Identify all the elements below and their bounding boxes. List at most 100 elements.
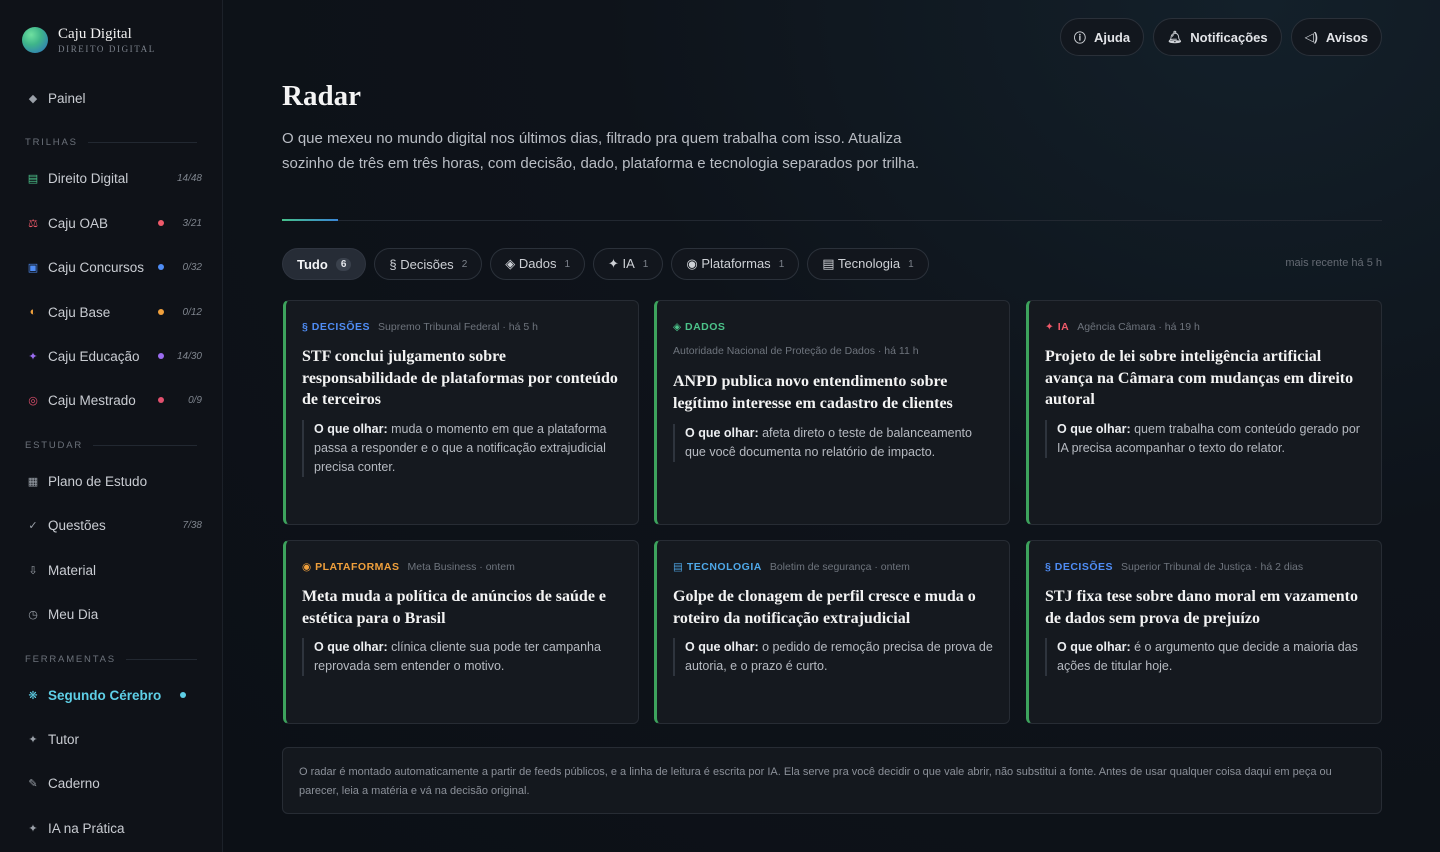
status-dot xyxy=(158,309,164,315)
sidebar-item-questoes[interactable]: ✓ Questões 7/38 xyxy=(26,514,202,536)
card-look: O que olhar: quem trabalha com conteúdo … xyxy=(1045,420,1367,458)
card-meta: ▤ TECNOLOGIA Boletim de segurança · onte… xyxy=(673,561,993,573)
news-card[interactable]: ◈ DADOS Autoridade Nacional de Proteção … xyxy=(654,300,1010,525)
look-label: O que olhar: xyxy=(1057,640,1131,654)
sidebar-item-label: Caju OAB xyxy=(48,215,109,231)
news-card[interactable]: § DECISÕES Supremo Tribunal Federal · há… xyxy=(283,300,639,525)
card-look: O que olhar: clínica cliente sua pode te… xyxy=(302,638,624,676)
card-tag: § DECISÕES xyxy=(302,321,371,333)
progress-count: 14/30 xyxy=(176,350,202,362)
brand[interactable]: Caju Digital DIREITO DIGITAL xyxy=(22,26,156,54)
sidebar: Caju Digital DIREITO DIGITAL ◆ Painel TR… xyxy=(0,0,223,852)
card-title: ANPD publica novo entendimento sobre leg… xyxy=(673,373,953,412)
card-tag: ▤ TECNOLOGIA xyxy=(673,561,762,573)
filter-label: Tudo xyxy=(297,256,328,272)
card-source: Meta Business · ontem xyxy=(407,561,515,573)
filter-label: ✦ IA xyxy=(608,256,635,271)
sidebar-item-caderno[interactable]: ✎ Caderno xyxy=(26,772,202,794)
card-tag: ◉ PLATAFORMAS xyxy=(302,561,400,573)
card-tag: ◈ DADOS xyxy=(673,321,726,333)
target-icon: ◎ xyxy=(28,394,38,407)
sidebar-item-label: Questões xyxy=(48,517,106,533)
filter-bar: Tudo 6 § Decisões 2 ◈ Dados 1 ✦ IA 1 ◉ P… xyxy=(282,248,929,280)
filter-count: 1 xyxy=(908,258,914,270)
filter-label: ◈ Dados xyxy=(505,256,557,271)
card-tag: ✦ IA xyxy=(1045,321,1070,333)
sidebar-item-painel[interactable]: ◆ Painel xyxy=(26,87,202,109)
notifications-label: Notificações xyxy=(1190,29,1268,45)
sidebar-item-ia-na-pratica[interactable]: ✦ IA na Prática xyxy=(26,817,202,839)
status-dot xyxy=(158,397,164,403)
scales-icon: ⚖ xyxy=(28,217,38,230)
news-card[interactable]: ◉ PLATAFORMAS Meta Business · ontem Meta… xyxy=(283,540,639,724)
megaphone-icon: ◁) xyxy=(1304,30,1318,44)
filter-label: § Decisões xyxy=(389,256,454,272)
card-title: Projeto de lei sobre inteligência artifi… xyxy=(1045,348,1354,408)
filter-chip-ia[interactable]: ✦ IA 1 xyxy=(593,248,664,280)
card-meta: § DECISÕES Supremo Tribunal Federal · há… xyxy=(302,321,622,333)
progress-count: 0/9 xyxy=(188,394,202,406)
filter-count: 2 xyxy=(461,258,468,270)
card-title: STF conclui julgamento sobre responsabil… xyxy=(302,348,618,408)
news-card[interactable]: ✦ IA Agência Câmara · há 19 h Projeto de… xyxy=(1026,300,1382,525)
topbar: ⓘ Ajuda 🔔︎ Notificações ◁) Avisos xyxy=(1059,18,1382,56)
filter-count: 6 xyxy=(335,257,352,271)
building-icon: ▣ xyxy=(27,261,39,274)
sidebar-item-caju-educacao[interactable]: ✦ Caju Educação 14/30 xyxy=(26,345,202,367)
card-meta: ◉ PLATAFORMAS Meta Business · ontem xyxy=(302,561,622,573)
help-button[interactable]: ⓘ Ajuda xyxy=(1059,18,1145,56)
sidebar-item-label: Direito Digital xyxy=(48,170,129,186)
sidebar-item-caju-oab[interactable]: ⚖ Caju OAB 3/21 xyxy=(26,212,202,234)
notifications-button[interactable]: 🔔︎ Notificações xyxy=(1153,18,1282,56)
look-label: O que olhar: xyxy=(685,426,759,440)
sidebar-item-meu-dia[interactable]: ◷ Meu Dia xyxy=(26,603,202,625)
filter-chip-tecnologia[interactable]: ▤ Tecnologia 1 xyxy=(807,248,929,280)
sidebar-item-plano-de-estudo[interactable]: ▦ Plano de Estudo xyxy=(26,470,202,492)
sidebar-item-caju-mestrado[interactable]: ◎ Caju Mestrado 0/9 xyxy=(26,389,202,411)
filter-label: ◉ Plataformas xyxy=(686,256,771,271)
bell-icon: 🔔︎ xyxy=(1167,30,1183,44)
help-label: Ajuda xyxy=(1093,29,1131,45)
status-dot xyxy=(158,353,164,359)
news-card[interactable]: ▤ TECNOLOGIA Boletim de segurança · onte… xyxy=(654,540,1010,724)
notices-label: Avisos xyxy=(1325,29,1368,45)
sidebar-item-label: Caderno xyxy=(48,775,100,791)
brand-logo-icon xyxy=(22,27,48,53)
sidebar-item-caju-base[interactable]: ◐ Caju Base 0/12 xyxy=(26,301,202,323)
card-look: O que olhar: muda o momento em que a pla… xyxy=(302,420,624,477)
divider xyxy=(282,220,1382,221)
card-look: O que olhar: o pedido de remoção precisa… xyxy=(673,638,995,676)
page-description: O que mexeu no mundo digital nos últimos… xyxy=(282,130,920,172)
sidebar-item-direito-digital[interactable]: ▤ Direito Digital 14/48 xyxy=(26,167,202,189)
progress-count: 14/48 xyxy=(176,172,202,184)
notices-button[interactable]: ◁) Avisos xyxy=(1290,18,1382,56)
sparkle-icon: ✦ xyxy=(28,733,38,746)
progress-count: 3/21 xyxy=(182,217,202,229)
grid-icon: ▦ xyxy=(27,475,39,488)
filter-chip-decisoes[interactable]: § Decisões 2 xyxy=(374,248,483,280)
divider-accent xyxy=(282,219,338,221)
check-icon: ✓ xyxy=(28,519,38,532)
main-content: ⓘ Ajuda 🔔︎ Notificações ◁) Avisos Radar … xyxy=(223,0,1440,852)
sidebar-item-material[interactable]: ⇩ Material xyxy=(26,559,202,581)
sidebar-item-segundo-cerebro[interactable]: ❋ Segundo Cérebro xyxy=(26,684,202,706)
help-icon: ⓘ xyxy=(1073,30,1086,45)
card-meta: § DECISÕES Superior Tribunal de Justiça … xyxy=(1045,561,1365,573)
sidebar-item-caju-concursos[interactable]: ▣ Caju Concursos 0/32 xyxy=(26,256,202,278)
section-trilhas: TRILHAS xyxy=(25,137,197,148)
sidebar-item-label: Tutor xyxy=(48,731,80,747)
sidebar-item-label: Painel xyxy=(48,90,86,106)
section-ferramentas: FERRAMENTAS xyxy=(25,654,197,665)
filter-chip-dados[interactable]: ◈ Dados 1 xyxy=(490,248,585,280)
sidebar-item-label: Caju Educação xyxy=(48,348,140,364)
bookmark-icon: ⇩ xyxy=(28,564,38,577)
filter-chip-tudo[interactable]: Tudo 6 xyxy=(282,248,367,280)
half-circle-icon: ◐ xyxy=(29,306,37,318)
sparkle-icon: ✦ xyxy=(28,350,38,363)
brand-name: Caju Digital xyxy=(58,26,132,42)
news-card[interactable]: § DECISÕES Superior Tribunal de Justiça … xyxy=(1026,540,1382,724)
sidebar-item-tutor[interactable]: ✦ Tutor xyxy=(26,728,202,750)
sidebar-item-label: Segundo Cérebro xyxy=(48,687,162,703)
filter-chip-plataformas[interactable]: ◉ Plataformas 1 xyxy=(671,248,800,280)
active-dot xyxy=(180,692,186,698)
